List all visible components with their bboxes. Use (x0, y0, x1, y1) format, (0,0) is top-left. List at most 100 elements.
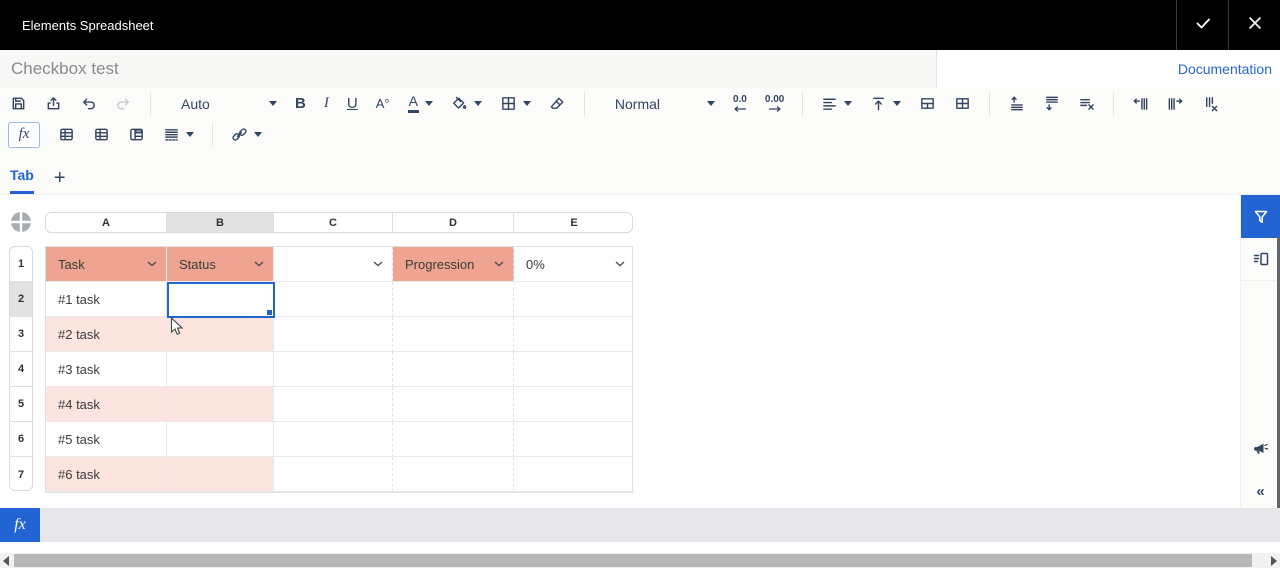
redo-button[interactable] (115, 95, 132, 112)
horizontal-scrollbar[interactable] (0, 553, 1280, 568)
table-style-disabled-button[interactable] (93, 126, 110, 143)
select-all-button[interactable] (10, 211, 32, 233)
cell-b7[interactable] (167, 457, 274, 492)
cell-a7[interactable]: #6 task (46, 457, 167, 492)
cell-c2[interactable] (274, 282, 393, 317)
cell-d7[interactable] (393, 457, 514, 492)
cell-c1-filter[interactable] (274, 247, 393, 282)
fill-color-button[interactable] (451, 95, 482, 112)
decrease-decimal-button[interactable]: 0.0 (733, 95, 747, 112)
cell-e2[interactable] (514, 282, 634, 317)
column-header-c[interactable]: C (274, 213, 393, 232)
row-header-4[interactable]: 4 (10, 352, 32, 387)
filter-chevron-icon[interactable] (494, 261, 504, 267)
italic-button[interactable]: I (324, 95, 329, 112)
scroll-left-arrow-icon[interactable] (3, 556, 9, 566)
cell-c4[interactable] (274, 352, 393, 387)
row-header-5[interactable]: 5 (10, 387, 32, 422)
row-header-3[interactable]: 3 (10, 317, 32, 352)
cell-a3[interactable]: #2 task (46, 317, 167, 352)
cell-e6[interactable] (514, 422, 634, 457)
horizontal-align-button[interactable] (821, 95, 852, 112)
formula-fx-button[interactable]: fx (0, 508, 40, 542)
cell-b4[interactable] (167, 352, 274, 387)
delete-column-button[interactable] (1202, 95, 1219, 112)
filter-chevron-icon[interactable] (615, 261, 625, 267)
cell-d2[interactable] (393, 282, 514, 317)
bold-button[interactable]: B (295, 95, 306, 112)
table-header-column-button[interactable] (128, 126, 145, 143)
style-select[interactable]: Normal (603, 96, 715, 112)
add-tab-button[interactable]: + (54, 168, 66, 194)
insert-column-left-button[interactable] (1132, 95, 1149, 112)
formula-toggle-button[interactable]: fx (8, 122, 40, 148)
cell-c3[interactable] (274, 317, 393, 352)
insert-table-button[interactable] (58, 126, 75, 143)
row-height-button[interactable] (163, 126, 194, 143)
cell-a2[interactable]: #1 task (46, 282, 167, 317)
cell-b1-filter[interactable]: Status (167, 247, 274, 282)
borders-button[interactable] (500, 95, 531, 112)
cell-d5[interactable] (393, 387, 514, 422)
save-button[interactable] (10, 95, 27, 112)
cell-c7[interactable] (274, 457, 393, 492)
horizontal-scrollbar-thumb[interactable] (14, 554, 1252, 567)
cell-e4[interactable] (514, 352, 634, 387)
cell-d3[interactable] (393, 317, 514, 352)
cell-a4[interactable]: #3 task (46, 352, 167, 387)
filter-chevron-icon[interactable] (147, 261, 157, 267)
increase-decimal-button[interactable]: 0.00 (765, 95, 784, 112)
column-header-d[interactable]: D (393, 213, 514, 232)
delete-row-button[interactable] (1078, 95, 1095, 112)
filter-chevron-icon[interactable] (373, 261, 383, 267)
underline-button[interactable]: U (347, 95, 358, 112)
close-button[interactable] (1228, 0, 1280, 50)
formula-input[interactable] (40, 508, 1280, 542)
clear-format-button[interactable] (549, 95, 566, 112)
font-color-button[interactable]: A (408, 94, 433, 112)
undo-button[interactable] (80, 95, 97, 112)
cell-e1-filter[interactable]: 0% (514, 247, 634, 282)
cell-a5[interactable]: #4 task (46, 387, 167, 422)
scroll-right-arrow-icon[interactable] (1271, 556, 1277, 566)
cell-e5[interactable] (514, 387, 634, 422)
unmerge-cells-button[interactable] (954, 95, 971, 112)
column-header-b[interactable]: B (167, 213, 274, 232)
font-select[interactable]: Auto (169, 96, 277, 112)
cell-e7[interactable] (514, 457, 634, 492)
cell-d1-filter[interactable]: Progression (393, 247, 514, 282)
filter-chevron-icon[interactable] (254, 261, 264, 267)
cell-b5[interactable] (167, 387, 274, 422)
cell-d4[interactable] (393, 352, 514, 387)
column-header-e[interactable]: E (514, 213, 633, 232)
announcements-button[interactable] (1241, 427, 1280, 470)
merge-cells-button[interactable] (919, 95, 936, 112)
cell-c6[interactable] (274, 422, 393, 457)
fill-handle[interactable] (266, 309, 273, 316)
insert-link-button[interactable] (231, 126, 262, 143)
cell-b6[interactable] (167, 422, 274, 457)
side-panel-button[interactable] (1241, 238, 1280, 281)
documentation-link[interactable]: Documentation (1178, 61, 1272, 77)
row-header-7[interactable]: 7 (10, 457, 32, 491)
filter-panel-button[interactable] (1241, 195, 1280, 238)
row-header-2[interactable]: 2 (10, 282, 32, 317)
collapse-sidebar-button[interactable]: « (1241, 470, 1280, 513)
row-header-1[interactable]: 1 (10, 247, 32, 282)
export-button[interactable] (45, 95, 62, 112)
insert-row-above-button[interactable] (1008, 95, 1025, 112)
tab-active[interactable]: Tab (10, 167, 34, 194)
cell-c5[interactable] (274, 387, 393, 422)
cell-d6[interactable] (393, 422, 514, 457)
cell-a1-filter[interactable]: Task (46, 247, 167, 282)
vertical-align-button[interactable] (870, 95, 901, 112)
row-header-6[interactable]: 6 (10, 422, 32, 457)
insert-column-right-button[interactable] (1167, 95, 1184, 112)
selected-cell-b2[interactable] (167, 282, 275, 318)
confirm-button[interactable] (1176, 0, 1228, 50)
doc-name-input[interactable]: Checkbox test (0, 50, 937, 88)
insert-row-below-button[interactable] (1043, 95, 1060, 112)
cell-e3[interactable] (514, 317, 634, 352)
superscript-button[interactable]: A° (376, 96, 390, 111)
cell-a6[interactable]: #5 task (46, 422, 167, 457)
